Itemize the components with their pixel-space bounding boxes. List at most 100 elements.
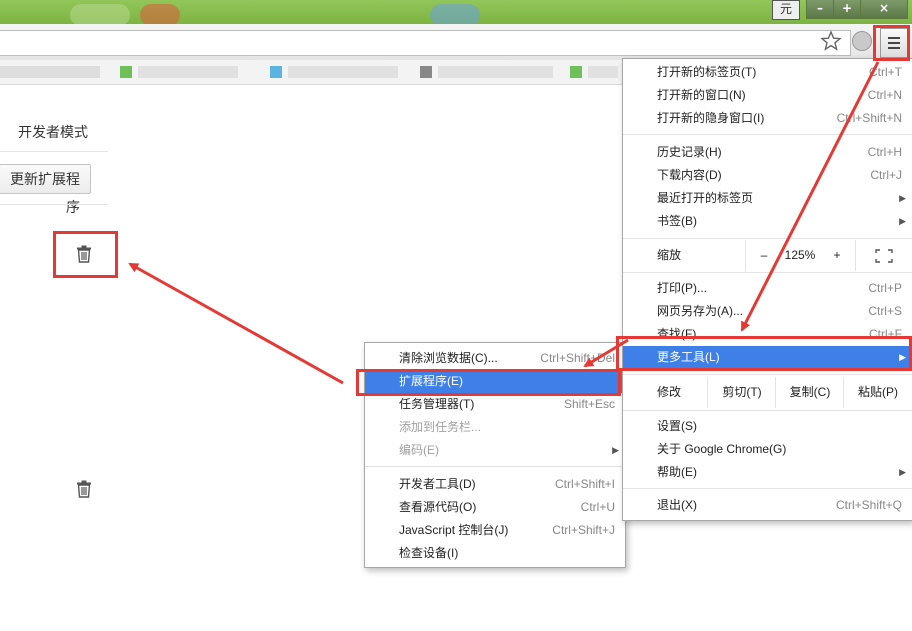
menu-item-settings[interactable]: 设置(S) xyxy=(623,415,912,438)
annotation-box-extensions xyxy=(356,369,621,396)
zoom-label: 缩放 xyxy=(657,248,682,262)
menu-item-shortcut: Ctrl+P xyxy=(868,281,902,295)
bookmark-favicon xyxy=(420,66,432,78)
menu-item-label: 开发者工具(D) xyxy=(399,477,476,491)
tab-blur xyxy=(430,4,480,26)
bookmark-favicon xyxy=(120,66,132,78)
developer-mode-label[interactable]: 开发者模式 xyxy=(18,122,88,142)
annotation-box-menu-button xyxy=(873,25,910,61)
menu-item-inspect-devices[interactable]: 检查设备(I) xyxy=(365,542,625,565)
menu-item-javascript-console[interactable]: JavaScript 控制台(J) Ctrl+Shift+J xyxy=(365,519,625,542)
menu-item-view-source[interactable]: 查看源代码(O) Ctrl+U xyxy=(365,496,625,519)
zoom-out-button[interactable]: – xyxy=(745,240,782,271)
menu-item-label: 编码(E) xyxy=(399,443,439,457)
menu-item-print[interactable]: 打印(P)... Ctrl+P xyxy=(623,277,912,300)
menu-item-new-tab[interactable]: 打开新的标签页(T) Ctrl+T xyxy=(623,61,912,84)
maximize-button[interactable]: + xyxy=(833,0,861,19)
bookmark-item[interactable] xyxy=(138,66,238,78)
menu-separator xyxy=(623,410,912,411)
menu-item-label: 下载内容(D) xyxy=(657,168,722,182)
submenu-arrow-icon: ▶ xyxy=(612,445,619,455)
bookmark-item[interactable] xyxy=(588,66,618,78)
trash-icon[interactable] xyxy=(76,480,92,498)
menu-item-label: 打开新的标签页(T) xyxy=(657,65,757,79)
update-extensions-button[interactable]: 更新扩展程序 xyxy=(0,164,91,215)
zoom-level-value: 125% xyxy=(784,248,816,262)
menu-separator xyxy=(623,374,912,375)
menu-separator xyxy=(623,238,912,239)
tab-blur xyxy=(140,4,180,26)
menu-item-label: 任务管理器(T) xyxy=(399,397,475,411)
fullscreen-icon xyxy=(875,249,893,263)
menu-item-new-incognito-window[interactable]: 打开新的隐身窗口(I) Ctrl+Shift+N xyxy=(623,107,912,130)
menu-item-shortcut: Ctrl+Shift+J xyxy=(552,523,615,537)
submenu-arrow-icon: ▶ xyxy=(899,467,906,477)
menu-separator xyxy=(365,466,625,467)
paste-button[interactable]: 粘贴(P) xyxy=(843,377,912,408)
zoom-row: 缩放 – 125% + xyxy=(623,240,912,271)
minimize-button[interactable]: – xyxy=(806,0,834,19)
menu-item-label: 关于 Google Chrome(G) xyxy=(657,442,787,456)
browser-toolbar xyxy=(0,24,912,61)
menu-item-shortcut: Ctrl+N xyxy=(867,88,902,102)
cut-button[interactable]: 剪切(T) xyxy=(707,377,776,408)
menu-item-label: 查看源代码(O) xyxy=(399,500,477,514)
submenu-arrow-icon: ▶ xyxy=(899,193,906,203)
menu-item-label: 清除浏览数据(C)... xyxy=(399,351,498,365)
menu-item-encoding: 编码(E) ▶ xyxy=(365,439,625,462)
menu-item-shortcut: Ctrl+Shift+Q xyxy=(835,498,902,512)
bookmark-item[interactable] xyxy=(288,66,398,78)
menu-item-task-manager[interactable]: 任务管理器(T) Shift+Esc xyxy=(365,393,625,416)
menu-item-shortcut: Ctrl+H xyxy=(867,145,902,159)
menu-item-add-to-taskbar: 添加到任务栏... xyxy=(365,416,625,439)
menu-item-label: 退出(X) xyxy=(657,498,697,512)
menu-item-bookmarks[interactable]: 书签(B) ▶ xyxy=(623,210,912,233)
menu-item-about-chrome[interactable]: 关于 Google Chrome(G) xyxy=(623,438,912,461)
address-bar[interactable] xyxy=(0,30,851,56)
menu-separator xyxy=(623,488,912,489)
menu-item-save-page-as[interactable]: 网页另存为(A)... Ctrl+S xyxy=(623,300,912,323)
arrow-extensions-to-trash xyxy=(128,262,344,385)
divider xyxy=(0,204,108,205)
menu-item-recent-tabs[interactable]: 最近打开的标签页 ▶ xyxy=(623,187,912,210)
submenu-arrow-icon: ▶ xyxy=(899,216,906,226)
bookmark-favicon xyxy=(570,66,582,78)
close-window-button[interactable]: × xyxy=(860,0,908,19)
extension-icon[interactable] xyxy=(852,31,872,51)
copy-button[interactable]: 复制(C) xyxy=(775,377,844,408)
menu-item-history[interactable]: 历史记录(H) Ctrl+H xyxy=(623,141,912,164)
menu-item-label: 最近打开的标签页 xyxy=(657,191,754,205)
bookmark-item[interactable] xyxy=(438,66,553,78)
menu-separator xyxy=(623,272,912,273)
menu-item-help[interactable]: 帮助(E) ▶ xyxy=(623,461,912,484)
fullscreen-button[interactable] xyxy=(855,240,912,271)
menu-item-shortcut: Ctrl+J xyxy=(870,168,902,182)
menu-item-label: 网页另存为(A)... xyxy=(657,304,743,318)
divider xyxy=(0,151,108,152)
menu-item-downloads[interactable]: 下载内容(D) Ctrl+J xyxy=(623,164,912,187)
edit-label: 修改 xyxy=(657,385,682,399)
menu-item-label: JavaScript 控制台(J) xyxy=(399,523,509,537)
menu-item-shortcut: Ctrl+U xyxy=(580,500,615,514)
window-titlebar: 元 – + × xyxy=(0,0,912,26)
menu-item-new-window[interactable]: 打开新的窗口(N) Ctrl+N xyxy=(623,84,912,107)
menu-item-label: 历史记录(H) xyxy=(657,145,722,159)
annotation-box-trash xyxy=(53,231,118,278)
bookmark-star-icon[interactable] xyxy=(820,30,842,52)
menu-item-label: 添加到任务栏... xyxy=(399,420,482,434)
menu-item-label: 帮助(E) xyxy=(657,465,697,479)
user-profile-badge[interactable]: 元 xyxy=(772,0,800,20)
tab-blur xyxy=(70,4,130,26)
menu-item-label: 打印(P)... xyxy=(657,281,707,295)
menu-item-clear-browsing-data[interactable]: 清除浏览数据(C)... Ctrl+Shift+Del xyxy=(365,347,625,370)
menu-item-shortcut: Ctrl+Shift+I xyxy=(554,477,615,491)
menu-item-label: 设置(S) xyxy=(657,419,697,433)
menu-item-shortcut: Ctrl+Shift+N xyxy=(836,111,902,125)
bookmark-item[interactable] xyxy=(0,66,100,78)
menu-item-label: 打开新的窗口(N) xyxy=(657,88,746,102)
menu-item-shortcut: Ctrl+T xyxy=(869,65,902,79)
menu-item-developer-tools[interactable]: 开发者工具(D) Ctrl+Shift+I xyxy=(365,473,625,496)
menu-item-exit[interactable]: 退出(X) Ctrl+Shift+Q xyxy=(623,494,912,517)
zoom-in-button[interactable]: + xyxy=(819,240,855,271)
menu-item-label: 书签(B) xyxy=(657,214,697,228)
